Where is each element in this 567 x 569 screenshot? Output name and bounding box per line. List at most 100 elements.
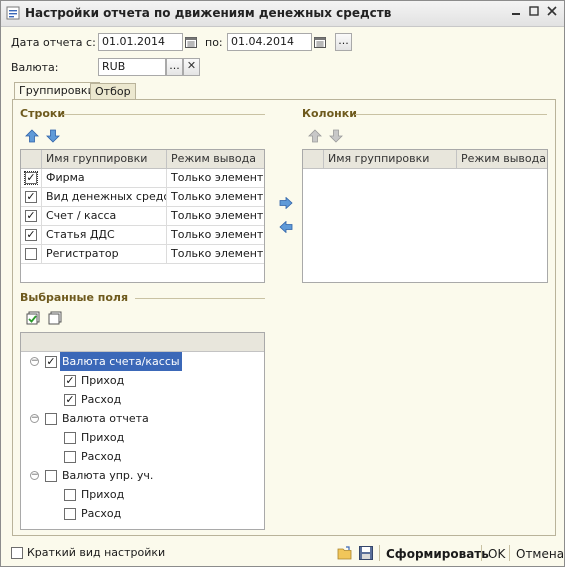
open-folder-icon[interactable] [337, 545, 353, 561]
window-title: Настройки отчета по движениям денежных с… [25, 6, 392, 20]
settings-window: Настройки отчета по движениям денежных с… [0, 0, 565, 567]
period-button[interactable]: ... [335, 33, 352, 51]
save-icon[interactable] [358, 545, 374, 561]
minimize-button[interactable] [508, 5, 524, 21]
separator [481, 545, 482, 561]
bottom-bar: Краткий вид настройки Сформировать OK От… [1, 541, 564, 566]
group-name-cell[interactable]: Фирма [41, 169, 166, 188]
cancel-button[interactable]: Отмена [516, 547, 564, 561]
output-mode-cell[interactable]: Только элементы [166, 207, 264, 226]
tab-filter[interactable]: Отбор [90, 83, 136, 100]
group-checkbox[interactable] [45, 470, 57, 482]
header-check-cell [303, 150, 323, 168]
group-name-cell[interactable]: Статья ДДС [41, 226, 166, 245]
item-checkbox[interactable] [64, 489, 76, 501]
divider [63, 114, 265, 115]
move-down-icon[interactable] [46, 129, 60, 143]
header-check-cell [21, 150, 41, 168]
ok-button[interactable]: OK [488, 547, 505, 561]
tree-item-row[interactable]: ✓ Расход [21, 390, 264, 409]
row-checkbox[interactable]: ✓ [25, 229, 37, 241]
check-all-icon[interactable] [26, 311, 40, 325]
uncheck-all-icon[interactable] [48, 311, 62, 325]
date-from-calendar-button[interactable] [183, 33, 199, 51]
table-row[interactable]: Регистратор Только элементы [21, 245, 264, 264]
date-from-label: Дата отчета с: [11, 36, 96, 49]
divider [355, 114, 547, 115]
check-cell [21, 245, 41, 264]
item-checkbox[interactable]: ✓ [64, 394, 76, 406]
check-cell: ✓ [21, 226, 41, 245]
columns-grid[interactable]: Имя группировки Режим вывода [302, 149, 548, 283]
title-bar: Настройки отчета по движениям денежных с… [1, 1, 564, 27]
group-checkbox[interactable]: ✓ [45, 356, 57, 368]
group-name-cell[interactable]: Регистратор [41, 245, 166, 264]
collapse-icon[interactable]: − [30, 471, 39, 480]
column-header-name[interactable]: Имя группировки [323, 150, 456, 168]
date-from-field[interactable]: 01.01.2014 [98, 33, 183, 51]
move-up-icon[interactable] [25, 129, 39, 143]
date-to-field[interactable]: 01.04.2014 [227, 33, 312, 51]
group-checkbox[interactable] [45, 413, 57, 425]
item-label: Расход [81, 450, 122, 463]
close-icon [547, 6, 557, 16]
fields-tree[interactable]: − ✓ Валюта счета/кассы ✓ Приход ✓ Расход − Валют… [20, 332, 265, 530]
close-button[interactable] [544, 5, 560, 21]
table-row[interactable]: ✓ Фирма Только элементы [21, 169, 264, 188]
row-checkbox[interactable]: ✓ [25, 210, 37, 222]
tree-item-row[interactable]: Приход [21, 485, 264, 504]
tab-groupings[interactable]: Группировки [14, 82, 100, 100]
item-checkbox[interactable]: ✓ [64, 375, 76, 387]
column-header-mode[interactable]: Режим вывода [456, 150, 547, 168]
group-name-cell[interactable]: Вид денежных средс... [41, 188, 166, 207]
arrow-left-icon[interactable] [279, 221, 293, 233]
date-to-calendar-button[interactable] [312, 33, 328, 51]
tree-group-row[interactable]: − Валюта упр. уч. [21, 466, 264, 485]
output-mode-cell[interactable]: Только элементы [166, 169, 264, 188]
move-down-icon[interactable] [329, 129, 343, 143]
output-mode-cell[interactable]: Только элементы [166, 188, 264, 207]
short-view-checkbox[interactable] [11, 547, 23, 559]
output-mode-cell[interactable]: Только элементы [166, 245, 264, 264]
item-label: Расход [81, 393, 122, 406]
item-label: Приход [81, 374, 125, 387]
output-mode-cell[interactable]: Только элементы [166, 226, 264, 245]
collapse-icon[interactable]: − [30, 357, 39, 366]
currency-field[interactable]: RUB [98, 58, 166, 76]
table-row[interactable]: ✓ Вид денежных средс...Только элементы [21, 188, 264, 207]
row-checkbox[interactable] [25, 248, 37, 260]
item-checkbox[interactable] [64, 508, 76, 520]
tree-group-row[interactable]: − ✓ Валюта счета/кассы [21, 352, 264, 371]
item-checkbox[interactable] [64, 432, 76, 444]
check-cell: ✓ [21, 207, 41, 226]
column-header-name[interactable]: Имя группировки [41, 150, 166, 168]
item-checkbox[interactable] [64, 451, 76, 463]
app-icon [6, 6, 20, 20]
group-name-cell[interactable]: Счет / касса [41, 207, 166, 226]
table-row[interactable]: ✓ Статья ДДС Только элементы [21, 226, 264, 245]
group-label: Валюта счета/кассы [60, 352, 182, 371]
columns-section-title: Колонки [302, 107, 357, 120]
item-label: Приход [81, 488, 125, 501]
rows-grid[interactable]: Имя группировки Режим вывода ✓ Фирма Тольк… [20, 149, 265, 283]
column-header-mode[interactable]: Режим вывода [166, 150, 264, 168]
row-checkbox[interactable]: ✓ [25, 191, 37, 203]
arrow-right-icon[interactable] [279, 197, 293, 209]
move-up-icon[interactable] [308, 129, 322, 143]
currency-select-button[interactable]: ... [166, 58, 183, 76]
tree-group-row[interactable]: − Валюта отчета [21, 409, 264, 428]
row-checkbox[interactable]: ✓ [24, 171, 38, 185]
table-row[interactable]: ✓ Счет / касса Только элементы [21, 207, 264, 226]
generate-button[interactable]: Сформировать [386, 547, 489, 561]
date-to-label: по: [205, 36, 223, 49]
tree-item-row[interactable]: Приход [21, 428, 264, 447]
tab-panel: Строки Имя группировки Режим вывода ✓ Фир… [12, 99, 556, 536]
tree-item-row[interactable]: Расход [21, 504, 264, 523]
grid-header: Имя группировки Режим вывода [21, 150, 264, 169]
maximize-button[interactable] [526, 5, 542, 21]
check-cell: ✓ [21, 169, 41, 188]
tree-item-row[interactable]: ✓ Приход [21, 371, 264, 390]
currency-clear-button[interactable]: ✕ [183, 58, 200, 76]
collapse-icon[interactable]: − [30, 414, 39, 423]
tree-item-row[interactable]: Расход [21, 447, 264, 466]
